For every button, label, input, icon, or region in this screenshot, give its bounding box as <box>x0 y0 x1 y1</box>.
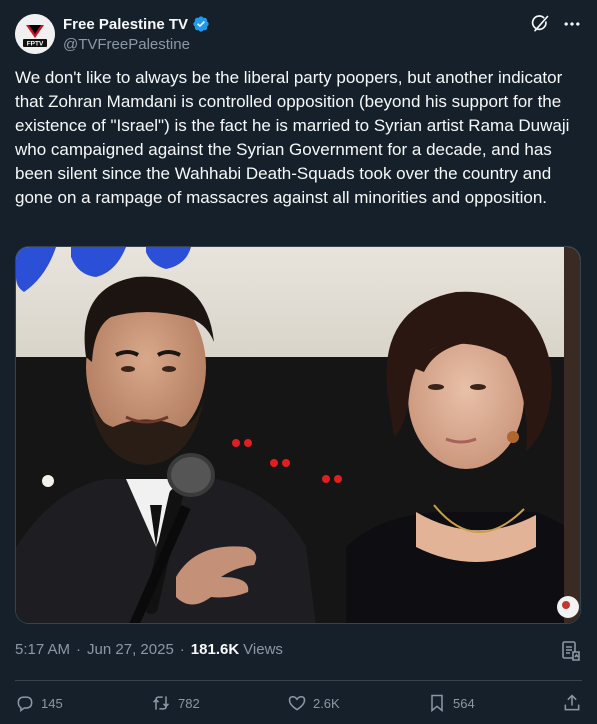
meta-separator: · <box>76 641 82 658</box>
like-count: 2.6K <box>312 695 340 711</box>
grok-icon[interactable] <box>530 14 550 34</box>
author-info: Free Palestine TV @TVFreePalestine <box>63 14 210 53</box>
share-button[interactable] <box>562 693 582 713</box>
meta-separator: · <box>179 641 185 658</box>
author-name[interactable]: Free Palestine TV <box>63 16 188 33</box>
analytics-icon[interactable] <box>561 640 581 662</box>
bookmark-count: 564 <box>453 695 475 711</box>
tweet-time[interactable]: 5:17 AM <box>15 641 70 658</box>
verified-badge-icon[interactable] <box>192 15 210 33</box>
heart-icon <box>288 695 306 711</box>
reply-count: 145 <box>41 695 63 711</box>
repost-count: 782 <box>177 695 200 711</box>
tweet-meta: 5:17 AM · Jun 27, 2025 · 181.6K Views <box>15 641 283 658</box>
tweet-text: We don't like to always be the liberal p… <box>15 68 570 207</box>
reply-icon <box>17 696 33 712</box>
avatar-text: FPTV <box>27 41 44 48</box>
tweet-header: FPTV Free Palestine TV @TVFreePalestine <box>15 12 582 56</box>
bookmark-icon <box>431 694 443 713</box>
repost-icon <box>152 696 170 710</box>
views-label: Views <box>243 641 283 658</box>
like-button[interactable]: 2.6K <box>287 693 340 713</box>
tweet-photo[interactable] <box>15 246 581 624</box>
avatar[interactable]: FPTV <box>15 14 55 54</box>
action-bar: 145 782 2.6K 564 <box>15 690 582 716</box>
divider <box>15 680 582 681</box>
more-icon[interactable] <box>562 14 582 34</box>
tweet-date[interactable]: Jun 27, 2025 <box>87 641 174 658</box>
author-handle[interactable]: @TVFreePalestine <box>63 36 210 53</box>
repost-button[interactable]: 782 <box>150 693 200 713</box>
reply-button[interactable]: 145 <box>15 693 63 713</box>
bookmark-button[interactable]: 564 <box>427 693 475 713</box>
views-count: 181.6K <box>190 641 240 658</box>
share-icon <box>564 694 580 711</box>
